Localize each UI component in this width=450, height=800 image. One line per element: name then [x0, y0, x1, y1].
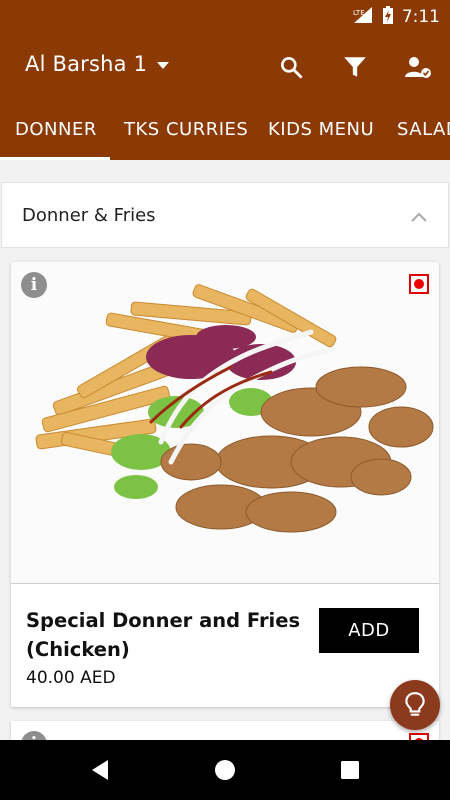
home-icon[interactable] — [213, 758, 237, 782]
item-name: Special Donner and Fries (Chicken) — [26, 609, 301, 661]
status-time: 7:11 — [401, 7, 440, 27]
search-icon[interactable] — [276, 52, 306, 82]
item-price: 40.00 AED — [26, 668, 116, 688]
menu-item-card[interactable]: i Special Donner and Fries (Chicken) 40.… — [11, 262, 439, 707]
status-icons: LTE 7:11 — [352, 5, 440, 29]
account-icon[interactable] — [403, 52, 433, 82]
tab-tks-curries[interactable]: TKS CURRIES — [124, 119, 248, 140]
section-title: Donner & Fries — [22, 205, 156, 226]
tab-salad[interactable]: SALAD — [397, 119, 450, 140]
signal-icon: LTE — [352, 6, 374, 28]
tab-kids-menu[interactable]: KIDS MENU — [268, 119, 374, 140]
section-header[interactable]: Donner & Fries — [1, 182, 449, 248]
donner-fries-illustration — [35, 284, 434, 533]
app-bar: Al Barsha 1 — [0, 30, 450, 102]
location-selector[interactable]: Al Barsha 1 — [25, 52, 170, 76]
back-icon[interactable] — [88, 758, 112, 782]
location-label: Al Barsha 1 — [25, 52, 148, 76]
lightbulb-fab-button[interactable] — [390, 680, 440, 730]
filter-icon[interactable] — [340, 52, 370, 82]
system-nav-bar — [0, 740, 450, 800]
dropdown-caret-icon — [157, 61, 170, 69]
lightbulb-icon — [405, 692, 425, 716]
chevron-up-icon[interactable] — [410, 208, 428, 227]
status-bar: LTE 7:11 — [0, 0, 450, 30]
category-tabs: DONNER TKS CURRIES KIDS MENU SALAD — [0, 102, 450, 160]
recents-icon[interactable] — [338, 758, 362, 782]
item-image: i — [11, 262, 439, 584]
non-veg-icon — [409, 274, 429, 294]
tab-indicator — [0, 157, 110, 160]
network-type-label: LTE — [353, 9, 365, 17]
info-icon[interactable]: i — [21, 272, 47, 298]
add-button[interactable]: ADD — [319, 608, 419, 653]
tab-donner[interactable]: DONNER — [15, 119, 97, 140]
battery-icon — [382, 5, 394, 29]
